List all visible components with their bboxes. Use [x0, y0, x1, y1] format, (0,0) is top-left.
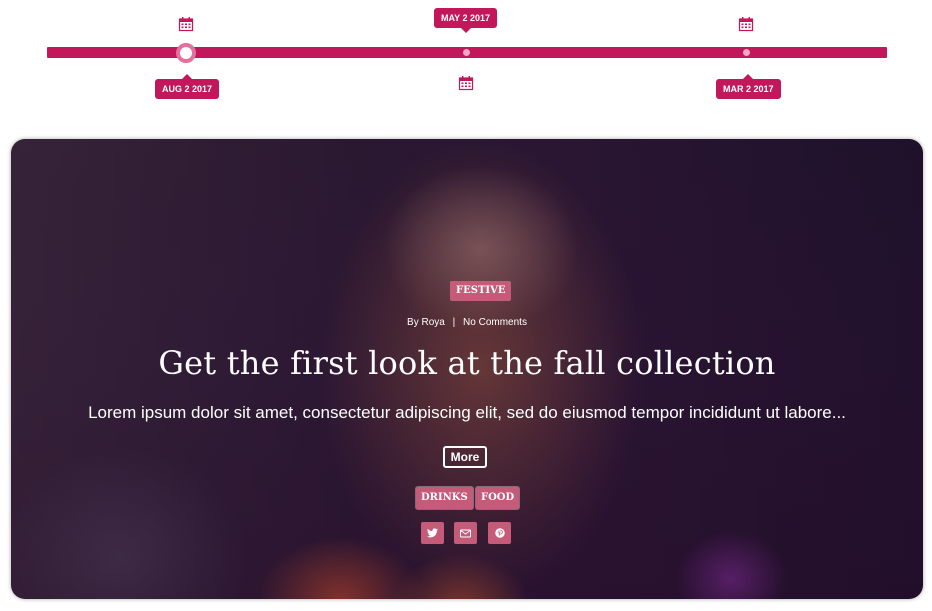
share-pinterest-button[interactable] — [488, 522, 511, 544]
calendar-icon — [178, 17, 194, 32]
pinterest-icon — [494, 528, 505, 538]
featured-post-card[interactable]: FESTIVE By Roya | No Comments Get the fi… — [11, 139, 923, 599]
post-excerpt: Lorem ipsum dolor sit amet, consectetur … — [88, 403, 846, 422]
share-twitter-button[interactable] — [421, 522, 444, 544]
timeline-node-2[interactable] — [463, 49, 470, 56]
share-email-button[interactable] — [454, 522, 477, 544]
timeline-node-3[interactable] — [743, 49, 750, 56]
comments-link[interactable]: No Comments — [463, 317, 527, 328]
timeline-date-1[interactable]: AUG 2 2017 — [155, 74, 220, 99]
author-link[interactable]: Roya — [422, 317, 445, 328]
calendar-icon — [738, 17, 754, 32]
author-prefix: By — [407, 317, 419, 328]
timeline-date-3[interactable]: MAR 2 2017 — [716, 74, 781, 99]
timeline-date-2[interactable]: MAY 2 2017 — [434, 8, 498, 33]
tag-food[interactable]: FOOD — [476, 487, 520, 509]
meta-separator: | — [452, 317, 456, 328]
email-icon — [460, 529, 471, 537]
post-meta: By Roya | No Comments — [11, 317, 923, 328]
more-button[interactable]: More — [443, 446, 487, 468]
calendar-icon — [458, 76, 474, 91]
tag-drinks[interactable]: DRINKS — [416, 487, 473, 509]
timeline: AUG 2 2017 MAY 2 2017 MAR 2 2017 — [0, 0, 932, 110]
post-title[interactable]: Get the first look at the fall collectio… — [11, 340, 923, 386]
twitter-icon — [427, 528, 438, 538]
category-badge[interactable]: FESTIVE — [450, 281, 512, 301]
timeline-node-active[interactable] — [176, 43, 196, 63]
